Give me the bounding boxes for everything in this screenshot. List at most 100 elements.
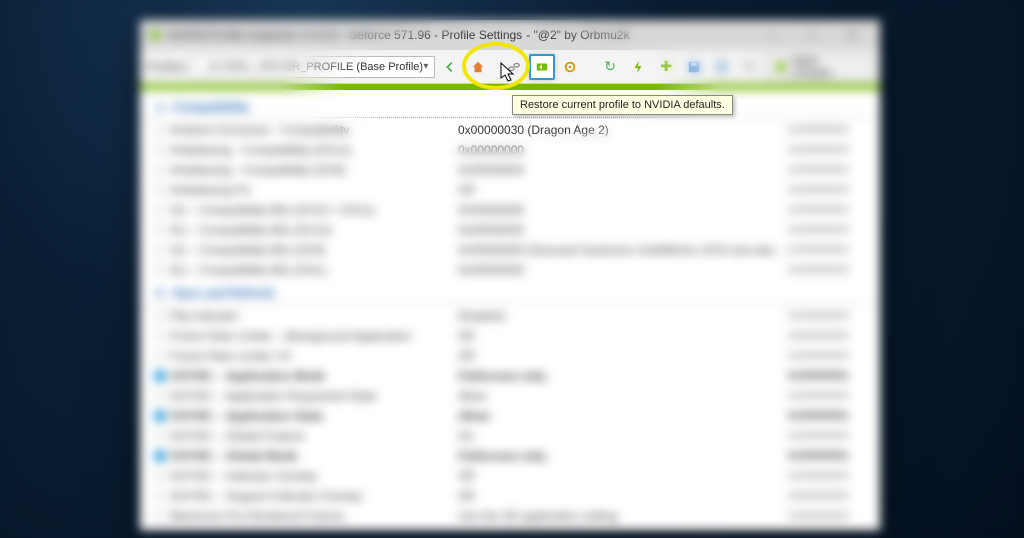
setting-row[interactable]: GSYNC – Indicator OverlayOff0x00000000 [144,466,872,486]
row-bullet-icon [154,310,166,322]
other-button-1[interactable]: ✚ [653,54,679,80]
row-bullet-icon [154,184,166,196]
setting-name: Maximum Pre-Rendered Frames [170,509,450,523]
setting-value[interactable]: Off [450,183,788,197]
setting-value[interactable]: Fullscreen only [450,449,788,463]
setting-name: SLI - Compatibility Bits (DX9) [170,243,450,257]
setting-row[interactable]: GSYNC – Application Requested StateAllow… [144,386,872,406]
row-bullet-icon [154,124,166,136]
titlebar[interactable]: NVIDIA Profile Inspector 2.4.0.8 - Gefor… [140,20,880,50]
section-header: 1 - Compatibility [144,94,872,118]
window-title: NVIDIA Profile Inspector 2.4.0.8 - Gefor… [168,28,522,42]
setting-row[interactable]: Antialiasing FixOff0x00000000 [144,180,872,200]
setting-name: SLI - Compatibility Bits (DX10 + DX11) [170,203,450,217]
setting-row[interactable]: Flip IndicatorDisabled0x00000000 [144,306,872,326]
setting-row[interactable]: Frame Rate Limiter V3Off0x00000000 [144,346,872,366]
save-icon [687,60,701,74]
setting-value[interactable]: Fullscreen only [450,369,788,383]
setting-value[interactable]: Off [450,489,788,503]
row-bullet-icon [154,450,166,462]
setting-row[interactable]: GSYNC – Global FeatureOn0x00000000 [144,426,872,446]
setting-name: Antialiasing Fix [170,183,450,197]
setting-value[interactable]: Allow [450,389,788,403]
setting-row[interactable]: GSYNC – Application StateAllow0x00000001 [144,406,872,426]
magnify-button[interactable] [737,54,763,80]
setting-name: Ambient Occlusion - Compatibility [170,123,450,137]
setting-hex: 0x00000000 [788,244,868,256]
minimize-button[interactable]: — [752,23,792,47]
setting-value[interactable]: Use the 3D application setting [450,509,788,523]
row-bullet-icon [154,264,166,276]
settings-grid[interactable]: 1 - CompatibilityAmbient Occlusion - Com… [140,90,880,530]
setting-row[interactable]: GSYNC – Support Indicator OverlayOff0x00… [144,486,872,506]
row-bullet-icon [154,164,166,176]
setting-hex: 0x00000001 [788,450,868,462]
close-button[interactable]: ✕ [832,23,872,47]
link-button[interactable] [501,54,527,80]
setting-value[interactable]: Off [450,349,788,363]
setting-row[interactable]: Frame Rate Limiter – Background Applicat… [144,326,872,346]
setting-value[interactable]: Off [450,329,788,343]
setting-row[interactable]: Antialiasing - Compatibility (DX1x)0x000… [144,140,872,160]
setting-name: SLI - Compatibility Bits (DX12) [170,223,450,237]
setting-row[interactable]: GSYNC – Global ModeFullscreen only0x0000… [144,446,872,466]
setting-row[interactable]: Prefered RefreshrateHighest available0x0… [144,526,872,530]
maximize-button[interactable]: □ [792,23,832,47]
setting-value[interactable]: Highest available [450,529,788,530]
settings-button[interactable] [557,54,583,80]
apply-label: Apply changes [791,55,863,79]
profiles-label: Profiles: [146,60,189,74]
setting-hex: 0x00000000 [788,164,868,176]
setting-value[interactable]: 0x00000000 [450,143,788,157]
setting-value[interactable]: 0x00000030 (Dragon Age 2) [450,123,788,137]
setting-row[interactable]: SLI - Compatibility Bits (OGL)0x00000000… [144,260,872,280]
setting-name: SLI - Compatibility Bits (OGL) [170,263,450,277]
setting-value[interactable]: 0x00000000 [450,223,788,237]
save-button[interactable] [681,54,707,80]
row-bullet-icon [154,224,166,236]
tooltip: Restore current profile to NVIDIA defaul… [512,95,733,115]
setting-row[interactable]: Maximum Pre-Rendered FramesUse the 3D ap… [144,506,872,526]
back-icon [443,60,457,74]
lightning-button[interactable] [625,54,651,80]
refresh-button[interactable]: ↻ [597,54,623,80]
app-window: NVIDIA Profile Inspector 2.4.0.8 - Gefor… [140,20,880,530]
home-button[interactable] [465,54,491,80]
setting-hex: 0x00000001 [788,410,868,422]
setting-value[interactable]: On [450,429,788,443]
row-bullet-icon [154,490,166,502]
setting-name: GSYNC – Support Indicator Overlay [170,489,450,503]
setting-name: Flip Indicator [170,309,450,323]
setting-row[interactable]: Ambient Occlusion - Compatibility0x00000… [144,120,872,140]
setting-value[interactable]: Allow [450,409,788,423]
row-bullet-icon [154,144,166,156]
setting-value[interactable]: 0x00000000 [450,263,788,277]
row-bullet-icon [154,470,166,482]
row-bullet-icon [154,350,166,362]
row-bullet-icon [154,510,166,522]
apply-changes-button[interactable]: Apply changes [765,55,874,79]
setting-value[interactable]: 0x00000000 [450,163,788,177]
window-credit: - "@2" by Orbmu2k [526,28,629,42]
row-bullet-icon [154,244,166,256]
setting-name: Antialiasing - Compatibility (DX9) [170,163,450,177]
back-button[interactable] [437,54,463,80]
setting-value[interactable]: Off [450,469,788,483]
setting-hex: 0x00000000 [788,184,868,196]
setting-name: Frame Rate Limiter – Background Applicat… [170,329,450,343]
setting-row[interactable]: GSYNC – Application ModeFullscreen only0… [144,366,872,386]
setting-row[interactable]: Antialiasing - Compatibility (DX9)0x0000… [144,160,872,180]
setting-row[interactable]: SLI - Compatibility Bits (DX9)0x00000000… [144,240,872,260]
setting-value[interactable]: 0x00000000 [450,203,788,217]
restore-defaults-button[interactable] [529,54,555,80]
setting-value[interactable]: Disabled [450,309,788,323]
setting-row[interactable]: SLI - Compatibility Bits (DX12)0x0000000… [144,220,872,240]
magnify-icon [743,60,757,74]
setting-value[interactable]: 0x00000000 (Dassault Systemes SolidWorks… [450,243,788,257]
row-bullet-icon [154,204,166,216]
profile-dropdown[interactable]: _GLOBAL_DRIVER_PROFILE (Base Profile) [195,56,435,78]
export-button[interactable] [709,54,735,80]
profile-selected: _GLOBAL_DRIVER_PROFILE (Base Profile) [202,61,423,73]
row-bullet-icon [154,410,166,422]
setting-row[interactable]: SLI - Compatibility Bits (DX10 + DX11)0x… [144,200,872,220]
